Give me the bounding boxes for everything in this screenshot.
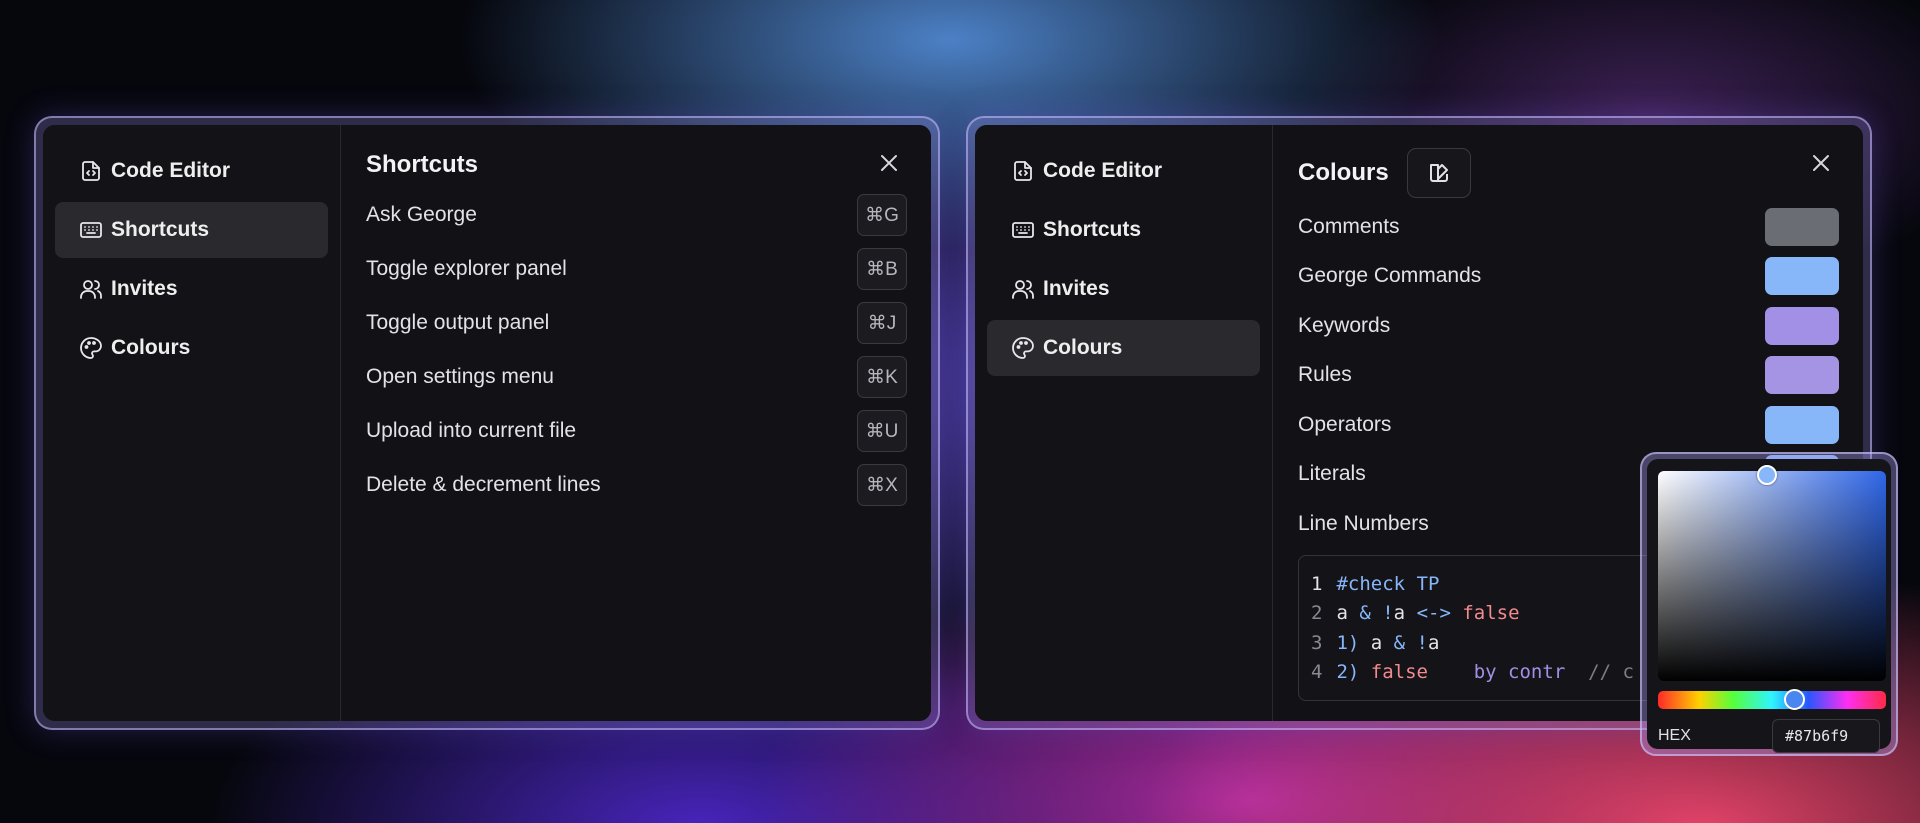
sidebar-item-invites[interactable]: Invites (987, 261, 1260, 317)
shortcut-label: Open settings menu (366, 365, 554, 388)
colour-row-rules: Rules (1298, 351, 1839, 401)
code-token: <-> (1416, 602, 1463, 624)
color-picker-popover: HEX #87b6f9 (1640, 452, 1898, 756)
sidebar-item-shortcuts[interactable]: Shortcuts (55, 202, 328, 258)
colour-swatch[interactable] (1765, 306, 1839, 345)
sidebar: Code Editor Shortcuts Invites Colours (975, 125, 1273, 721)
hue-slider[interactable] (1658, 689, 1886, 710)
sidebar-item-code-editor[interactable]: Code Editor (55, 143, 328, 199)
code-token: a (1336, 602, 1360, 624)
sidebar-item-label: Shortcuts (1043, 218, 1142, 241)
users-icon (1011, 277, 1043, 301)
sidebar-item-shortcuts[interactable]: Shortcuts (987, 202, 1260, 258)
sidebar-item-code-editor[interactable]: Code Editor (987, 143, 1260, 199)
line-number: 1 (1311, 572, 1323, 595)
sidebar-item-label: Invites (111, 277, 178, 300)
colour-row-operators: Operators (1298, 400, 1839, 450)
file-code-icon (79, 159, 111, 183)
sidebar-item-colours[interactable]: Colours (987, 320, 1260, 376)
section-title: Shortcuts (366, 151, 479, 178)
colour-label: Line Numbers (1298, 511, 1429, 535)
shortcut-key: ⌘G (857, 194, 907, 236)
colour-swatch[interactable] (1765, 356, 1839, 395)
shortcut-key: ⌘B (857, 248, 907, 290)
colour-label: Rules (1298, 363, 1352, 387)
theme-toggle-button[interactable] (1406, 148, 1471, 198)
sidebar-item-label: Code Editor (111, 159, 230, 182)
palette-icon (79, 336, 111, 360)
shortcut-key: ⌘U (857, 410, 907, 452)
shortcut-row: Upload into current file ⌘U (366, 404, 907, 458)
line-number: 3 (1311, 631, 1323, 654)
shortcut-row: Open settings menu ⌘K (366, 350, 907, 404)
colour-label: Comments (1298, 214, 1400, 238)
colour-label: George Commands (1298, 264, 1482, 288)
shortcut-row: Ask George ⌘G (366, 188, 907, 242)
colour-swatch[interactable] (1765, 405, 1839, 444)
section-title: Colours (1298, 159, 1389, 186)
shortcut-row: Toggle explorer panel ⌘B (366, 242, 907, 296)
line-number: 2 (1311, 602, 1323, 624)
sidebar: Code Editor Shortcuts Invites Colours (43, 125, 341, 721)
shortcuts-panel: Shortcuts Ask George ⌘G Toggle explorer pa… (341, 125, 931, 721)
code-token: & ! (1393, 631, 1428, 654)
palette-icon (1011, 336, 1043, 360)
sidebar-item-label: Shortcuts (111, 218, 210, 241)
hex-label: HEX (1658, 727, 1691, 744)
code-token: a (1370, 631, 1394, 654)
close-icon[interactable] (877, 151, 901, 175)
shortcut-row: Toggle output panel ⌘J (366, 296, 907, 350)
shortcut-key: ⌘X (857, 464, 907, 506)
code-token: 2) (1336, 661, 1371, 683)
shortcuts-window: Code Editor Shortcuts Invites Colours Short… (34, 116, 940, 730)
saturation-handle[interactable] (1757, 465, 1777, 485)
code-token: false (1462, 602, 1520, 624)
shortcut-label: Toggle output panel (366, 311, 550, 334)
sidebar-item-label: Invites (1043, 277, 1110, 300)
shortcut-key: ⌘K (857, 356, 907, 398)
colour-row-keywords: Keywords (1298, 301, 1839, 351)
colour-swatch[interactable] (1765, 207, 1839, 246)
keyboard-icon (1011, 218, 1043, 242)
file-code-icon (1011, 159, 1043, 183)
code-token: & ! (1359, 602, 1394, 624)
shortcut-label: Upload into current file (366, 419, 577, 442)
colour-row-comments: Comments (1298, 202, 1839, 252)
users-icon (79, 277, 111, 301)
sidebar-item-label: Code Editor (1043, 159, 1162, 182)
code-token: a (1393, 602, 1417, 624)
code-token: false (1370, 661, 1428, 683)
colour-label: Literals (1298, 462, 1366, 486)
shortcut-row: Delete & decrement lines ⌘X (366, 458, 907, 512)
shortcut-label: Ask George (366, 203, 477, 226)
colour-swatch[interactable] (1765, 257, 1839, 296)
keyboard-icon (79, 218, 111, 242)
colour-row-george-commands: George Commands (1298, 252, 1839, 302)
code-token: 1) (1336, 631, 1371, 654)
code-token: // c (1565, 661, 1634, 683)
sidebar-item-colours[interactable]: Colours (55, 320, 328, 376)
code-token: #check TP (1336, 572, 1440, 595)
sidebar-item-label: Colours (1043, 336, 1123, 359)
hue-handle[interactable] (1784, 689, 1805, 710)
code-token: by contr (1427, 661, 1566, 683)
shortcut-label: Delete & decrement lines (366, 473, 601, 496)
shortcut-list: Ask George ⌘G Toggle explorer panel ⌘B Toggl… (366, 188, 907, 512)
shortcut-label: Toggle explorer panel (366, 257, 567, 280)
close-icon[interactable] (1809, 151, 1833, 175)
line-number: 4 (1311, 661, 1323, 683)
colour-label: Operators (1298, 412, 1392, 436)
colour-label: Keywords (1298, 313, 1391, 337)
theme-icon (1429, 164, 1448, 182)
hex-input[interactable]: #87b6f9 (1772, 719, 1880, 753)
code-token: a (1428, 631, 1440, 654)
shortcut-key: ⌘J (857, 302, 907, 344)
saturation-value-area[interactable] (1658, 465, 1886, 681)
sidebar-item-label: Colours (111, 336, 191, 359)
sidebar-item-invites[interactable]: Invites (55, 261, 328, 317)
